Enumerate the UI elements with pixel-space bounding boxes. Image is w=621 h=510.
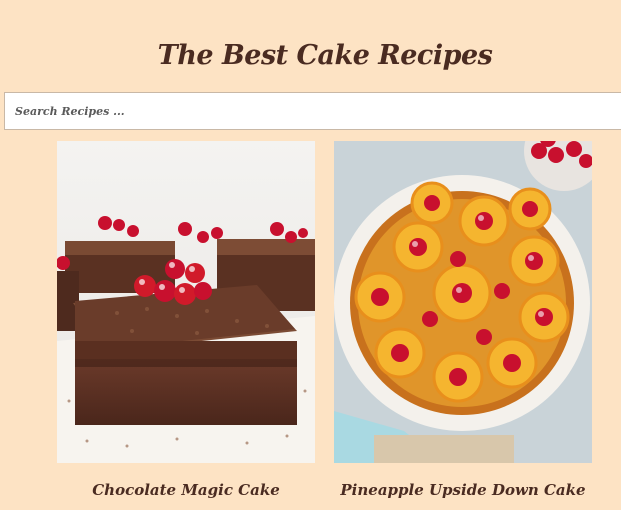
search-input[interactable]: [5, 93, 621, 129]
recipe-title[interactable]: Chocolate Magic Cake: [57, 481, 315, 499]
recipe-card-pineapple-upside-down-cake[interactable]: Pineapple Upside Down Cake: [334, 141, 592, 499]
search-bar: [4, 92, 621, 130]
recipe-image-pineapple-upside-down-cake[interactable]: [334, 141, 592, 463]
recipe-card-chocolate-magic-cake[interactable]: Chocolate Magic Cake: [57, 141, 315, 499]
recipe-title[interactable]: Pineapple Upside Down Cake: [334, 481, 592, 499]
recipe-image-chocolate-magic-cake[interactable]: [57, 141, 315, 463]
page-title: The Best Cake Recipes: [157, 40, 493, 72]
